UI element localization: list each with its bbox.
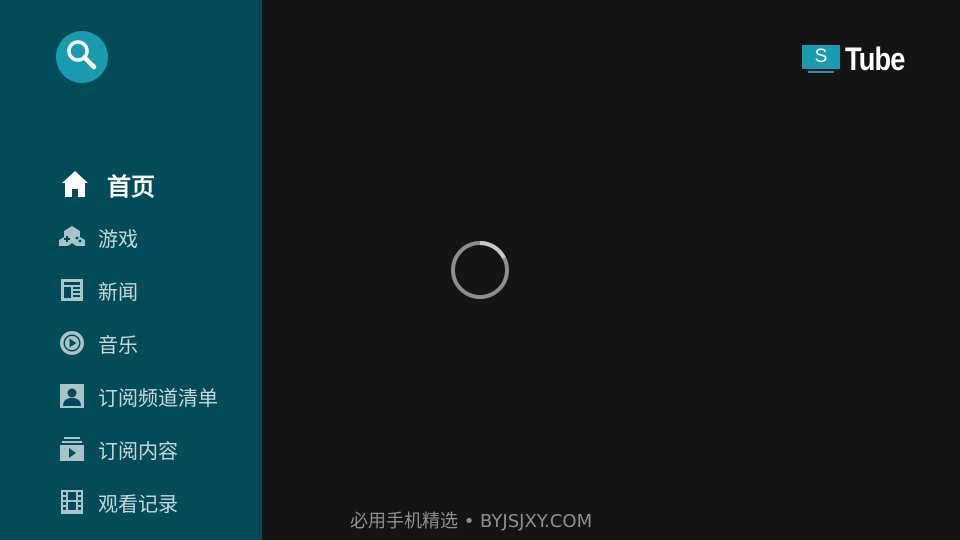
sidebar-item-label: 新闻 (98, 279, 138, 304)
subscriptions-icon (58, 435, 86, 463)
newspaper-icon (58, 276, 86, 304)
sidebar-item-home[interactable]: 首页 (60, 164, 155, 204)
sidebar-item-label: 订阅频道清单 (98, 385, 218, 410)
sidebar-item-label: 首页 (107, 172, 155, 201)
sidebar-item-subscriptions[interactable]: 订阅内容 (58, 429, 178, 469)
search-icon (64, 37, 100, 77)
watermark-text: 必用手机精选 • BYJSJXY.COM (350, 511, 593, 532)
sidebar-item-label: 观看记录 (98, 491, 178, 516)
sidebar-item-games[interactable]: 游戏 (58, 217, 138, 257)
logo-badge: S (802, 43, 842, 75)
sidebar-item-history[interactable]: 观看记录 (58, 482, 178, 522)
account-box-icon (58, 382, 86, 410)
app-logo: S Tube (802, 42, 915, 76)
sidebar-item-label: 订阅内容 (98, 438, 178, 463)
sidebar-item-subscribed-channels[interactable]: 订阅频道清单 (58, 376, 218, 416)
sidebar: 首页 游戏 新闻 音乐 订阅频道清单 订阅内容 观看记录 (0, 0, 262, 540)
film-strip-icon (58, 488, 86, 516)
content-area (262, 0, 960, 540)
music-play-icon (58, 329, 86, 357)
sidebar-item-label: 音乐 (98, 332, 138, 357)
search-button[interactable] (56, 31, 108, 83)
logo-wordmark: Tube (845, 41, 905, 77)
sidebar-item-label: 游戏 (98, 226, 138, 251)
loading-spinner (450, 240, 510, 300)
logo-letter: S (814, 46, 828, 67)
gamepad-icon (58, 223, 86, 251)
sidebar-item-music[interactable]: 音乐 (58, 323, 138, 363)
sidebar-item-news[interactable]: 新闻 (58, 270, 138, 310)
home-icon (60, 169, 90, 199)
